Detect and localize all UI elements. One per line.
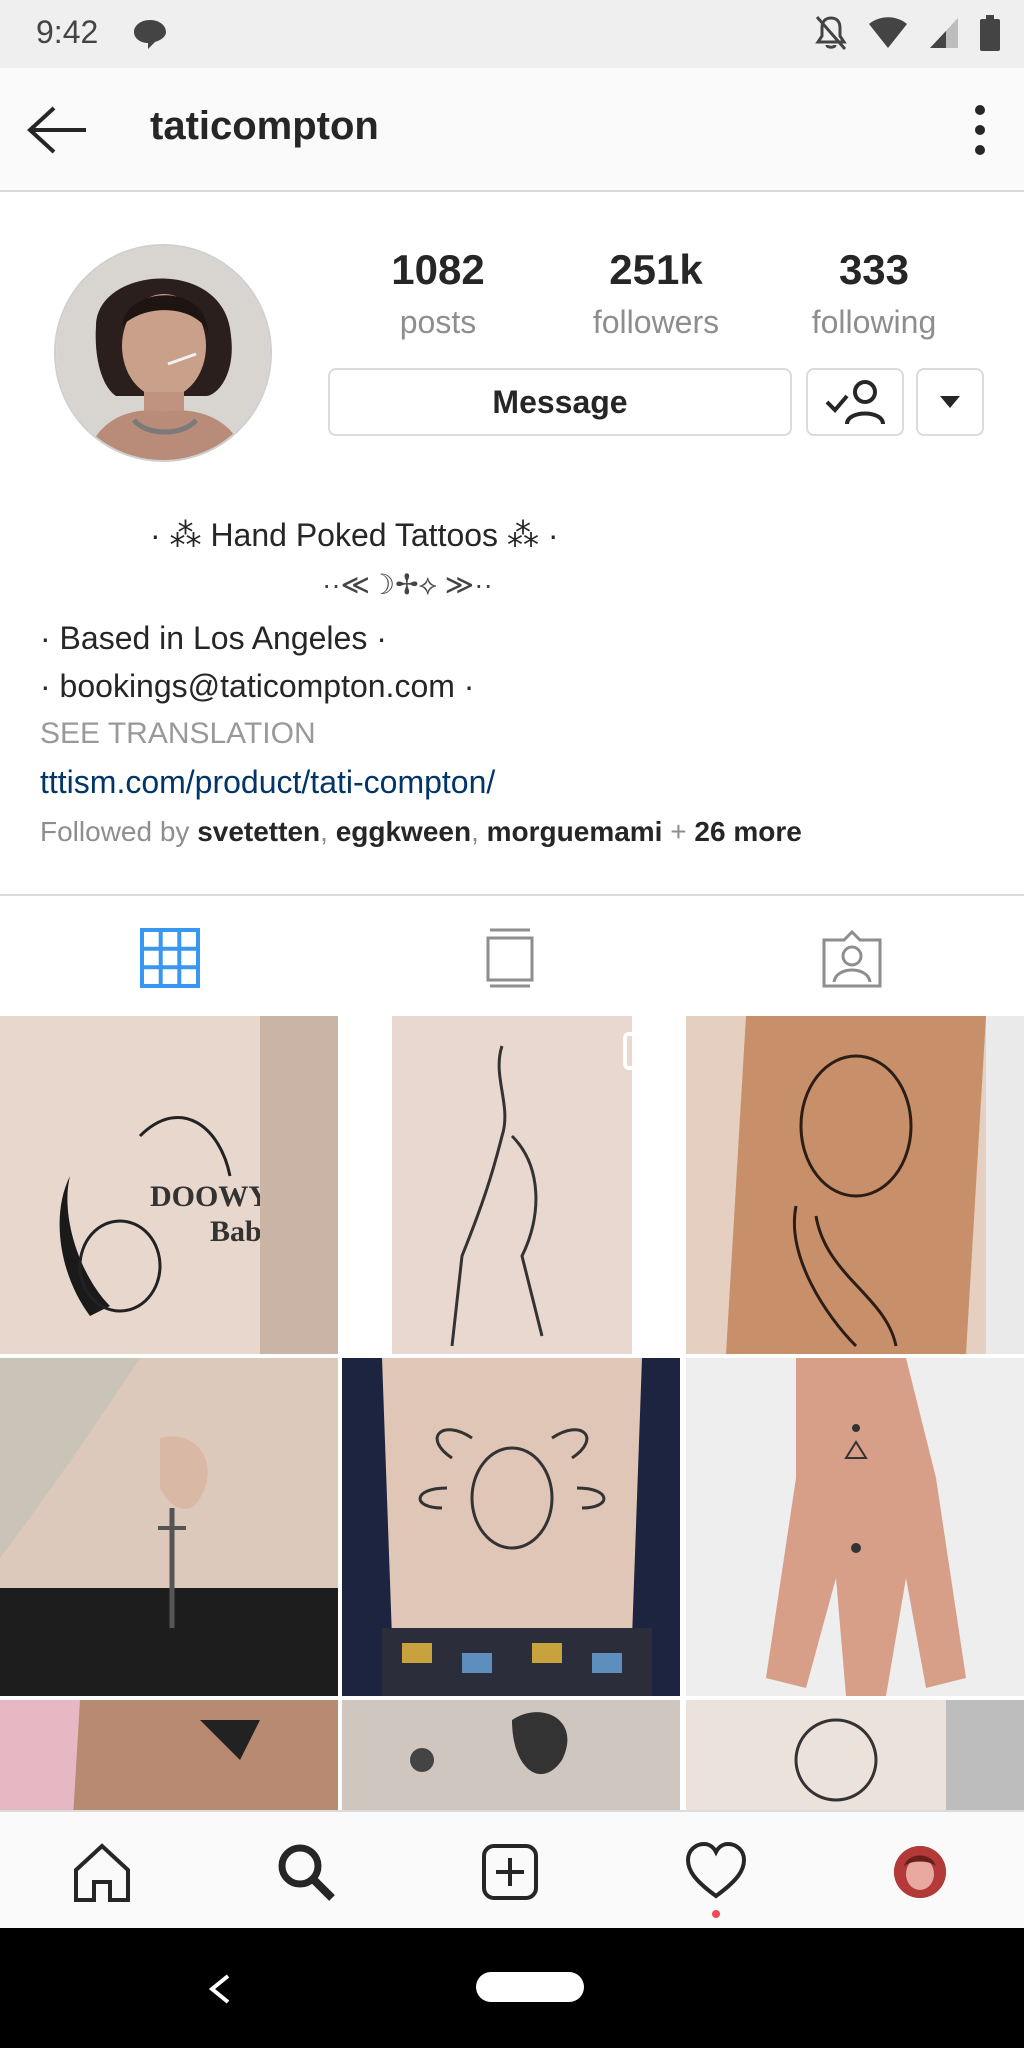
tagged-icon[interactable] [820,926,884,990]
user-check-icon [825,380,885,425]
stat-following[interactable]: 333 following [774,246,974,341]
followers-count: 251k [609,246,703,293]
tattoo-image [0,1700,338,1810]
posts-label: posts [399,304,477,340]
post-thumbnail[interactable] [342,1700,680,1810]
followed-by[interactable]: Followed by svetetten, eggkween, morguem… [40,816,802,848]
profile-avatar-icon[interactable] [894,1846,946,1898]
followed-by-prefix: Followed by [40,816,190,847]
followed-by-user[interactable]: svetetten [197,816,320,847]
mute-icon [815,16,847,50]
post-thumbnail[interactable] [342,1016,680,1354]
notification-dot [712,1910,720,1918]
status-time: 9:42 [36,14,99,50]
message-icon [134,20,166,49]
following-label: following [811,304,937,340]
system-home-pill[interactable] [476,1972,584,2002]
followed-by-more[interactable]: 26 more [694,816,801,847]
posts-count: 1082 [391,246,485,293]
back-arrow-icon[interactable] [26,104,90,156]
following-button[interactable] [806,368,904,436]
followed-by-user[interactable]: eggkween [336,816,471,847]
followed-by-user[interactable]: morguemami [487,816,663,847]
tattoo-image [342,1016,680,1354]
post-thumbnail[interactable] [342,1358,680,1696]
caret-down-icon [940,396,960,408]
followed-by-plus: + [670,816,687,847]
bio-line-title: · ⁂ Hand Poked Tattoos ⁂ · [150,517,559,553]
profile-tabs [0,894,1024,1016]
profile-avatar-photo [894,1846,946,1898]
post-thumbnail[interactable]: DOOWYLLO Babylon [0,1016,338,1354]
tattoo-image [0,1358,338,1696]
tattoo-image: DOOWYLLO Babylon [0,1016,338,1354]
stat-followers[interactable]: 251k followers [556,246,756,341]
bio-line-location: · Based in Los Angeles · [40,620,387,656]
tattoo-image [686,1358,1024,1696]
system-back-icon[interactable] [208,1974,232,2004]
post-thumbnail[interactable] [686,1358,1024,1696]
more-vertical-icon[interactable] [956,98,1004,162]
see-translation-link[interactable]: SEE TRANSLATION [40,710,984,758]
following-count: 333 [838,246,910,293]
post-thumbnail[interactable] [0,1358,338,1696]
bio-website-link[interactable]: tttism.com/product/tati-compton/ [40,758,984,806]
tattoo-image [342,1700,680,1810]
activity-heart-icon[interactable] [684,1840,748,1904]
followers-label: followers [592,304,720,340]
home-icon[interactable] [70,1840,134,1904]
header-username: taticompton [150,104,379,148]
tattoo-image [342,1358,680,1696]
bio-line-email[interactable]: · bookings@taticompton.com · [40,662,984,710]
bio-block: · Based in Los Angeles · · bookings@tati… [40,614,984,806]
tattoo-image [686,1700,1024,1810]
bio-line-symbols: ··≪☽✢⟡ ≫·· [322,569,493,600]
profile-header: taticompton [0,68,1024,192]
post-thumbnail[interactable] [686,1700,1024,1810]
search-icon[interactable] [274,1840,338,1904]
message-button[interactable]: Message [328,368,792,436]
feed-icon[interactable] [478,926,542,990]
wifi-icon [869,17,907,48]
bottom-navigation [0,1810,1024,1930]
grid-icon[interactable] [138,926,202,990]
profile-avatar[interactable] [54,244,272,462]
add-post-icon[interactable] [478,1840,542,1904]
posts-grid: DOOWYLLO Babylon [0,1016,1024,1810]
battery-icon [980,15,1000,51]
status-bar: 9:42 [0,0,1024,68]
post-thumbnail[interactable] [686,1016,1024,1354]
avatar-photo [56,246,270,460]
suggested-dropdown-button[interactable] [916,368,984,436]
stat-posts[interactable]: 1082 posts [338,246,538,341]
system-navigation-bar [0,1928,1024,2048]
signal-icon [930,18,958,48]
tattoo-image [686,1016,1024,1354]
post-thumbnail[interactable] [0,1700,338,1810]
